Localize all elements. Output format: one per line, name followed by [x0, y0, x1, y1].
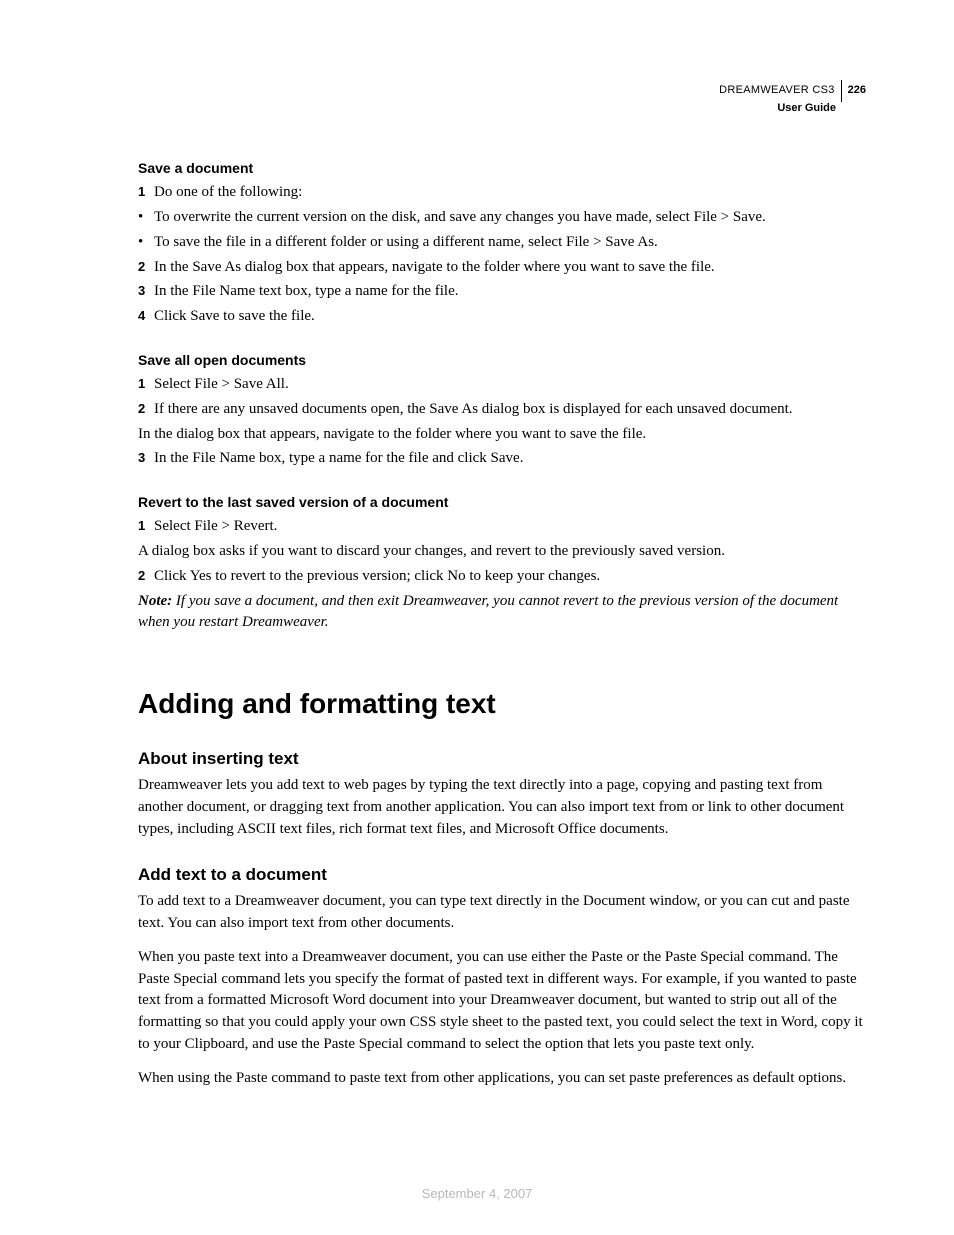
bullet-icon: •: [138, 232, 154, 254]
step-number: 3: [138, 448, 154, 470]
step-row: 1 Select File > Save All.: [138, 374, 866, 396]
page-content: Save a document 1 Do one of the followin…: [138, 80, 866, 1089]
step-text: Select File > Revert.: [154, 516, 866, 538]
bullet-row: • To save the file in a different folder…: [138, 232, 866, 254]
step-row: 4 Click Save to save the file.: [138, 306, 866, 328]
step-number: 3: [138, 281, 154, 303]
step-row: 3 In the File Name text box, type a name…: [138, 281, 866, 303]
step-text: If there are any unsaved documents open,…: [154, 399, 866, 421]
step-row: 2 Click Yes to revert to the previous ve…: [138, 566, 866, 588]
step-row: 3 In the File Name box, type a name for …: [138, 448, 866, 470]
step-number: 1: [138, 516, 154, 538]
step-number: 2: [138, 566, 154, 588]
step-text: Click Save to save the file.: [154, 306, 866, 328]
step-row: 1 Do one of the following:: [138, 182, 866, 204]
body-text: To add text to a Dreamweaver document, y…: [138, 891, 866, 935]
header-separator: [841, 80, 842, 102]
step-text: In the File Name box, type a name for th…: [154, 448, 866, 470]
body-text: Dreamweaver lets you add text to web pag…: [138, 775, 866, 840]
step-text: In the Save As dialog box that appears, …: [154, 257, 866, 279]
step-number: 4: [138, 306, 154, 328]
page-number: 226: [848, 84, 866, 98]
subhead-revert: Revert to the last saved version of a do…: [138, 492, 866, 512]
page-header: DREAMWEAVER CS3 226 User Guide: [719, 80, 866, 116]
topic-heading-add-text: Add text to a document: [138, 863, 866, 888]
note-label: Note:: [138, 593, 172, 609]
step-row: 1 Select File > Revert.: [138, 516, 866, 538]
bullet-icon: •: [138, 207, 154, 229]
step-number: 1: [138, 182, 154, 204]
step-text: Click Yes to revert to the previous vers…: [154, 566, 866, 588]
step-text: In the File Name text box, type a name f…: [154, 281, 866, 303]
footer-date: September 4, 2007: [0, 1186, 954, 1201]
subhead-save-document: Save a document: [138, 158, 866, 178]
section-heading: Adding and formatting text: [138, 684, 866, 725]
guide-label: User Guide: [719, 102, 866, 116]
product-name: DREAMWEAVER CS3: [719, 84, 835, 98]
note-body: If you save a document, and then exit Dr…: [138, 593, 838, 631]
topic-heading-about-inserting: About inserting text: [138, 747, 866, 772]
note: Note: If you save a document, and then e…: [138, 591, 866, 635]
subhead-save-all: Save all open documents: [138, 350, 866, 370]
bullet-row: • To overwrite the current version on th…: [138, 207, 866, 229]
step-row: 2 If there are any unsaved documents ope…: [138, 399, 866, 421]
step-number: 2: [138, 257, 154, 279]
bullet-text: To save the file in a different folder o…: [154, 232, 866, 254]
body-text: A dialog box asks if you want to discard…: [138, 541, 866, 563]
page: DREAMWEAVER CS3 226 User Guide Save a do…: [0, 0, 954, 1235]
body-text: In the dialog box that appears, navigate…: [138, 424, 866, 446]
step-text: Do one of the following:: [154, 182, 866, 204]
step-row: 2 In the Save As dialog box that appears…: [138, 257, 866, 279]
body-text: When using the Paste command to paste te…: [138, 1068, 866, 1090]
step-number: 1: [138, 374, 154, 396]
step-number: 2: [138, 399, 154, 421]
step-text: Select File > Save All.: [154, 374, 866, 396]
bullet-text: To overwrite the current version on the …: [154, 207, 866, 229]
body-text: When you paste text into a Dreamweaver d…: [138, 947, 866, 1056]
